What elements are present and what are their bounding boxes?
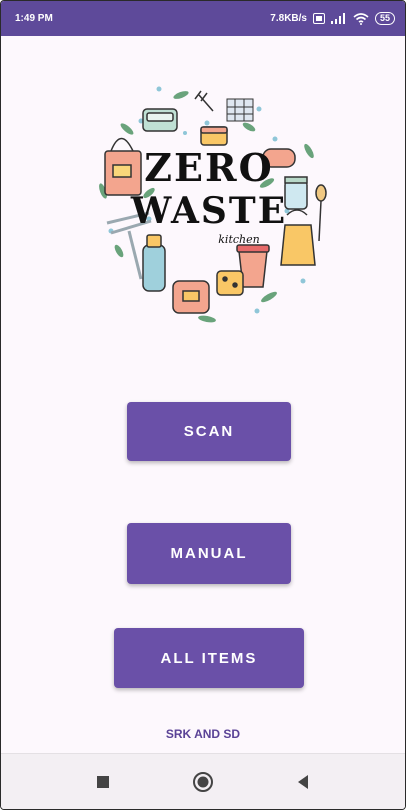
recents-square-icon bbox=[97, 775, 109, 788]
lunchbox-illustration bbox=[142, 108, 178, 132]
status-time: 1:49 PM bbox=[15, 13, 53, 24]
status-icons: 7.8KB/s 55 bbox=[270, 12, 395, 25]
recents-button[interactable] bbox=[88, 767, 118, 797]
zero-waste-kitchen-logo: ZERO WASTE kitchen bbox=[99, 86, 327, 323]
volte-icon bbox=[312, 13, 325, 24]
all-items-button[interactable]: ALL ITEMS bbox=[114, 628, 304, 688]
back-button[interactable] bbox=[288, 767, 318, 797]
phone-screen: 1:49 PM 7.8KB/s 55 ZERO WASTE kitchen SC… bbox=[0, 0, 406, 810]
manual-button[interactable]: MANUAL bbox=[127, 523, 291, 584]
mesh-bag-illustration bbox=[226, 98, 254, 122]
tote-bag-illustration bbox=[104, 137, 142, 196]
back-triangle-icon bbox=[298, 774, 308, 789]
spoon-illustration bbox=[315, 184, 327, 242]
signal-icon bbox=[330, 13, 345, 24]
home-button[interactable] bbox=[188, 767, 218, 797]
net-speed: 7.8KB/s bbox=[270, 13, 307, 24]
logo-line-2: WASTE bbox=[130, 190, 287, 232]
logo-line-3: kitchen bbox=[218, 233, 259, 246]
credit-text: SRK AND SD bbox=[165, 727, 241, 741]
logo-line-1: ZERO bbox=[144, 145, 273, 190]
home-circle-icon bbox=[193, 771, 213, 792]
status-bar: 1:49 PM 7.8KB/s 55 bbox=[1, 1, 405, 36]
fork-illustration bbox=[194, 90, 214, 112]
scan-button[interactable]: SCAN bbox=[127, 402, 291, 461]
navigation-bar bbox=[1, 753, 405, 809]
scan-button-label: SCAN bbox=[183, 423, 235, 440]
all-items-button-label: ALL ITEMS bbox=[160, 649, 258, 667]
jar-illustration bbox=[284, 176, 308, 210]
battery-level: 55 bbox=[379, 13, 390, 23]
backpack-illustration bbox=[172, 280, 210, 314]
bottle-illustration bbox=[142, 234, 166, 292]
battery-icon: 55 bbox=[374, 12, 395, 25]
sponge-illustration bbox=[200, 126, 228, 146]
wifi-icon bbox=[353, 12, 369, 25]
wrap-illustration bbox=[216, 270, 244, 296]
manual-button-label: MANUAL bbox=[170, 545, 248, 562]
